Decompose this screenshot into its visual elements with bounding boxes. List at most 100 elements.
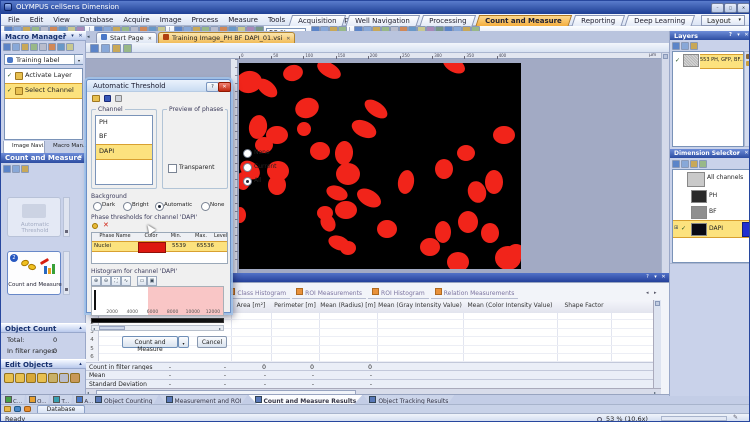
window-control-button[interactable]: ◻ (724, 3, 737, 13)
grid-column-header[interactable]: Shape Factor (557, 300, 612, 313)
checkmark-icon[interactable]: ✓ (7, 72, 12, 79)
scroll-up-icon[interactable] (655, 301, 660, 306)
tab-close-icon[interactable]: ✕ (148, 36, 152, 42)
checkmark-icon[interactable]: ✓ (7, 87, 12, 94)
globe-icon[interactable] (14, 406, 21, 412)
histogram-scrollbar[interactable]: ◂ ▸ (91, 325, 224, 331)
close-icon[interactable]: ✕ (743, 32, 750, 39)
results-tab-roi-histogram[interactable]: ROI Histogram (368, 287, 429, 299)
dimension-selector-header[interactable]: Dimension Selector ? ▾ ✕ (670, 149, 750, 158)
tab-scroll-left-icon[interactable]: ◂ (646, 290, 649, 296)
count-measure-ok-button[interactable]: Count and Measure (122, 336, 178, 348)
preview-radio-none[interactable] (243, 149, 252, 158)
layers-toolbar-button[interactable] (690, 42, 698, 50)
close-icon[interactable]: ✕ (743, 150, 750, 157)
cm-toolbar-button[interactable] (12, 165, 20, 173)
transparent-checkbox[interactable] (168, 164, 177, 173)
channel-option-ph[interactable]: PH (96, 116, 152, 130)
dialog-close-icon[interactable]: ✕ (218, 82, 231, 92)
help-icon[interactable]: ? (727, 32, 734, 39)
layers-toolbar-button[interactable] (681, 42, 689, 50)
collapse-icon[interactable]: ▴ (77, 361, 84, 368)
step-scrollbar[interactable] (63, 197, 70, 237)
edit-object-tool-icon[interactable] (4, 373, 14, 383)
view-toolbar-button[interactable] (90, 44, 99, 53)
background-radio-bright[interactable] (123, 202, 132, 211)
pin-icon[interactable]: ▾ (735, 32, 742, 39)
histogram-tool-icon[interactable]: ∿ (121, 276, 131, 286)
scroll-thumb[interactable] (99, 326, 125, 330)
macro-toolbar-button[interactable] (30, 43, 38, 51)
grid-column-header[interactable]: Area [m²] (231, 300, 272, 313)
window-control-button[interactable]: ✕ (737, 3, 750, 13)
histogram-tool-icon[interactable]: ▣ (147, 276, 157, 286)
histogram-tool-icon[interactable]: ⊕ (91, 276, 101, 286)
histogram-tool-icon[interactable]: ⛶ (111, 276, 121, 286)
pin-icon[interactable]: ▾ (69, 33, 76, 40)
save-icon[interactable] (104, 95, 111, 102)
info-icon[interactable] (24, 406, 31, 412)
cm-toolbar-button[interactable] (3, 165, 11, 173)
open-icon[interactable] (92, 95, 100, 102)
count-and-measure-step-button[interactable]: 2 Count and Measure (7, 251, 61, 295)
count-measure-panel-header[interactable]: Count and Measure ✕ (1, 153, 86, 163)
close-icon[interactable]: ✕ (77, 33, 84, 40)
preview-radio-all[interactable] (243, 177, 252, 186)
grid-column-header[interactable] (611, 300, 653, 313)
zoom-slider[interactable] (661, 416, 727, 421)
background-radio-none[interactable] (201, 202, 210, 211)
help-icon[interactable]: ✕ (77, 154, 84, 161)
layers-header[interactable]: Layers ? ▾ ✕ (670, 31, 750, 40)
channel-option-bf[interactable]: BF (96, 130, 152, 144)
grid-column-header[interactable]: Mean (Radius) [m] (319, 300, 378, 313)
grid-vscrollbar[interactable] (653, 300, 661, 388)
dimension-toolbar-button[interactable] (681, 160, 689, 168)
background-radio-dark[interactable] (93, 202, 102, 211)
edit-object-tool-icon[interactable] (15, 373, 25, 383)
dimension-toolbar-button[interactable] (690, 160, 698, 168)
layers-toolbar-button[interactable] (672, 42, 680, 50)
help-icon[interactable]: ? (644, 274, 651, 281)
grid-column-header[interactable]: Perimeter [m] (271, 300, 320, 313)
window-control-button[interactable]: – (711, 3, 724, 13)
folder-icon[interactable] (4, 406, 11, 412)
delete-phase-icon[interactable]: ✕ (103, 221, 109, 229)
microscopy-image[interactable] (239, 63, 521, 269)
tab-scroll-left-icon[interactable]: ◂ (87, 34, 90, 40)
edit-objects-header[interactable]: Edit Objects ▴ (1, 359, 86, 369)
chevron-down-icon[interactable]: ▾ (74, 55, 83, 64)
view-toolbar-button[interactable] (123, 44, 132, 53)
dimension-toolbar-button[interactable] (699, 160, 707, 168)
macro-step-select-channel[interactable]: ✓Select Channel (5, 83, 82, 99)
checkbox-checked-icon[interactable]: ✓ (675, 57, 680, 64)
tab-close-icon[interactable]: ✕ (286, 36, 290, 42)
close-icon[interactable]: ✕ (660, 274, 667, 281)
tab-scroll-right-icon[interactable]: ▸ (654, 290, 657, 296)
phase-color-swatch[interactable] (138, 242, 166, 253)
view-toolbar-button[interactable] (112, 44, 121, 53)
histogram-plot[interactable]: 20004000600080001000012000 (91, 286, 224, 316)
cm-toolbar-button[interactable] (21, 165, 29, 173)
macro-toolbar-button[interactable] (3, 43, 11, 51)
dimension-item-ph[interactable]: PH (673, 188, 749, 204)
preview-radio-current[interactable] (243, 163, 252, 172)
expand-icon[interactable]: ⊞ (674, 225, 678, 231)
help-icon[interactable]: ? (727, 150, 734, 157)
edit-object-tool-icon[interactable] (26, 373, 36, 383)
layer-tool-icon[interactable] (746, 61, 750, 66)
dimension-toolbar-button[interactable] (672, 160, 680, 168)
pin-icon[interactable]: ▾ (652, 274, 659, 281)
automatic-threshold-step-button[interactable]: Automatic Threshold (7, 197, 61, 237)
cancel-button[interactable]: Cancel (197, 336, 227, 348)
layout-menu-button[interactable]: Layout ▾ (701, 15, 745, 26)
macro-toolbar-button[interactable] (48, 43, 56, 51)
help-icon[interactable]: ? (61, 33, 68, 40)
background-radio-automatic[interactable] (155, 202, 164, 211)
macro-toolbar-button[interactable] (66, 43, 74, 51)
add-phase-icon[interactable] (92, 223, 98, 229)
scroll-right-icon[interactable]: ▸ (219, 326, 221, 331)
macro-toolbar-button[interactable] (12, 43, 20, 51)
layer-item[interactable]: ✓553 PH, GFP, BF... (673, 52, 743, 68)
ok-split-arrow[interactable]: ▾ (178, 336, 189, 348)
edit-object-tool-icon[interactable] (37, 373, 47, 383)
